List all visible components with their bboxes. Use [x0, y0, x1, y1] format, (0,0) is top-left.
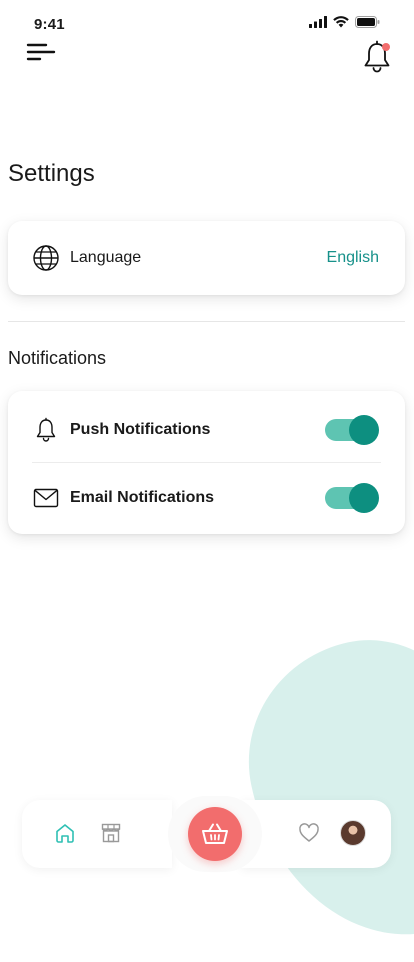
battery-icon	[355, 16, 380, 28]
push-notifications-toggle[interactable]	[325, 415, 379, 445]
notification-dot	[382, 43, 390, 51]
heart-icon	[299, 823, 319, 842]
email-notifications-row: Email Notifications	[32, 483, 379, 513]
decorative-blob	[226, 618, 414, 962]
language-row[interactable]: Language English	[32, 244, 379, 272]
row-divider	[32, 462, 381, 463]
language-label: Language	[70, 249, 142, 266]
cart-button[interactable]	[188, 807, 242, 861]
status-icons	[309, 16, 380, 28]
wifi-icon	[333, 16, 349, 28]
toggle-knob	[349, 415, 379, 445]
nav-store-button[interactable]	[99, 821, 123, 845]
page-title: Settings	[8, 160, 95, 187]
status-time: 9:41	[34, 16, 65, 33]
mail-icon	[32, 484, 60, 512]
bottom-nav	[22, 796, 391, 872]
push-notifications-label: Push Notifications	[70, 421, 211, 438]
nav-home-button[interactable]	[53, 821, 77, 845]
menu-button[interactable]	[26, 42, 56, 62]
language-card: Language English	[8, 221, 405, 295]
home-icon	[56, 824, 74, 843]
notifications-card: Push Notifications Email Notifications	[8, 391, 405, 534]
notifications-button[interactable]	[362, 40, 392, 74]
email-notifications-toggle[interactable]	[325, 483, 379, 513]
store-icon	[101, 823, 121, 843]
nav-favorites-button[interactable]	[297, 821, 321, 845]
toggle-knob	[349, 483, 379, 513]
bell-icon	[32, 416, 60, 444]
section-divider	[8, 321, 405, 322]
avatar	[340, 820, 366, 846]
signal-icon	[309, 16, 327, 28]
nav-left-panel	[22, 800, 172, 868]
notifications-section-title: Notifications	[8, 348, 107, 368]
globe-icon	[32, 244, 60, 272]
hamburger-menu-icon	[26, 43, 56, 61]
push-notifications-row: Push Notifications	[32, 415, 379, 445]
basket-icon	[202, 823, 228, 844]
nav-profile-button[interactable]	[340, 820, 366, 846]
email-notifications-label: Email Notifications	[70, 489, 215, 506]
language-value[interactable]: English	[327, 249, 379, 267]
